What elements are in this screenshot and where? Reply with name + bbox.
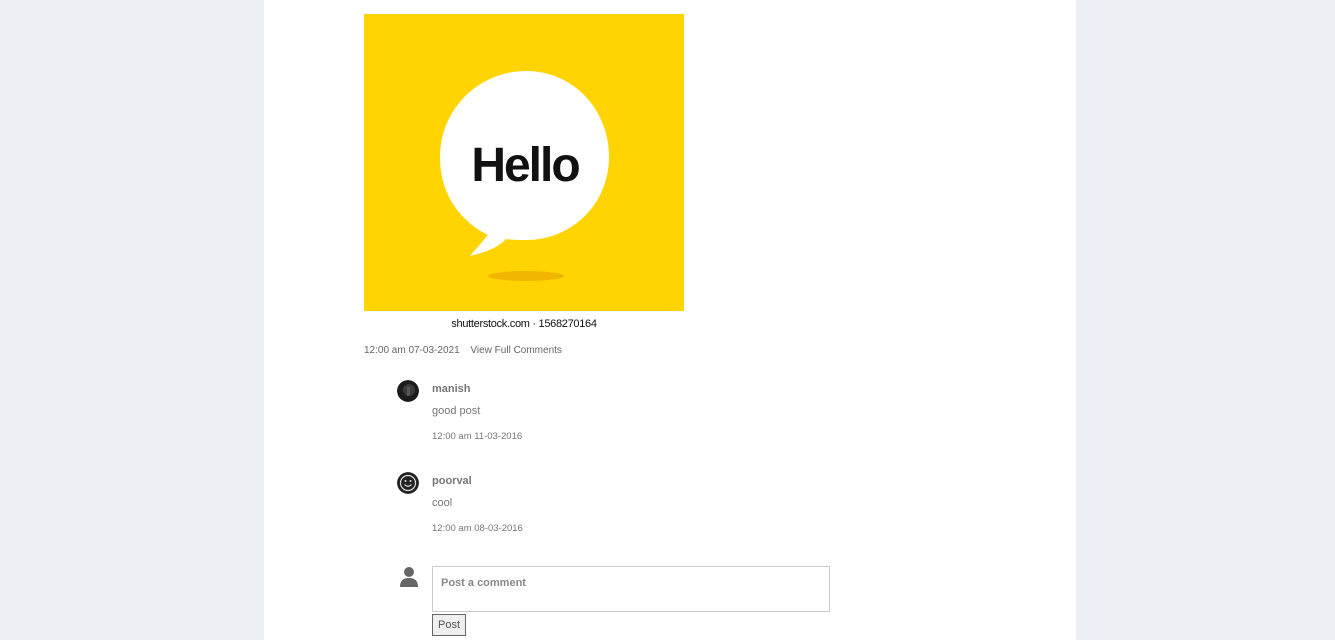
post-meta: 12:00 am 07-03-2021 View Full Comments [364, 345, 562, 356]
speech-bubble-graphic: Hello [440, 71, 609, 281]
post-card: Hello shutterstock.com · 1568270164 12:0… [264, 0, 1076, 640]
hello-text: Hello [471, 139, 579, 192]
image-watermark: shutterstock.com · 1568270164 [451, 318, 597, 330]
comment-text: good post [432, 405, 481, 417]
comment-author[interactable]: manish [432, 383, 471, 395]
smiley-avatar-icon[interactable] [397, 472, 419, 494]
user-silhouette-icon [400, 566, 418, 593]
post-image[interactable]: Hello shutterstock.com · 1568270164 [364, 0, 684, 336]
dark-photo-avatar-icon[interactable] [397, 380, 419, 402]
comment-author[interactable]: poorval [432, 475, 472, 487]
post-comment-button[interactable]: Post [432, 614, 467, 636]
post-timestamp: 12:00 am 07-03-2021 [364, 345, 460, 356]
view-full-comments-link[interactable]: View Full Comments [470, 345, 562, 356]
comment-timestamp: 12:00 am 08-03-2016 [432, 523, 523, 534]
comment-text: cool [432, 497, 453, 509]
comment-timestamp: 12:00 am 11-03-2016 [432, 431, 523, 442]
comment-input[interactable]: Post a comment [432, 566, 830, 612]
